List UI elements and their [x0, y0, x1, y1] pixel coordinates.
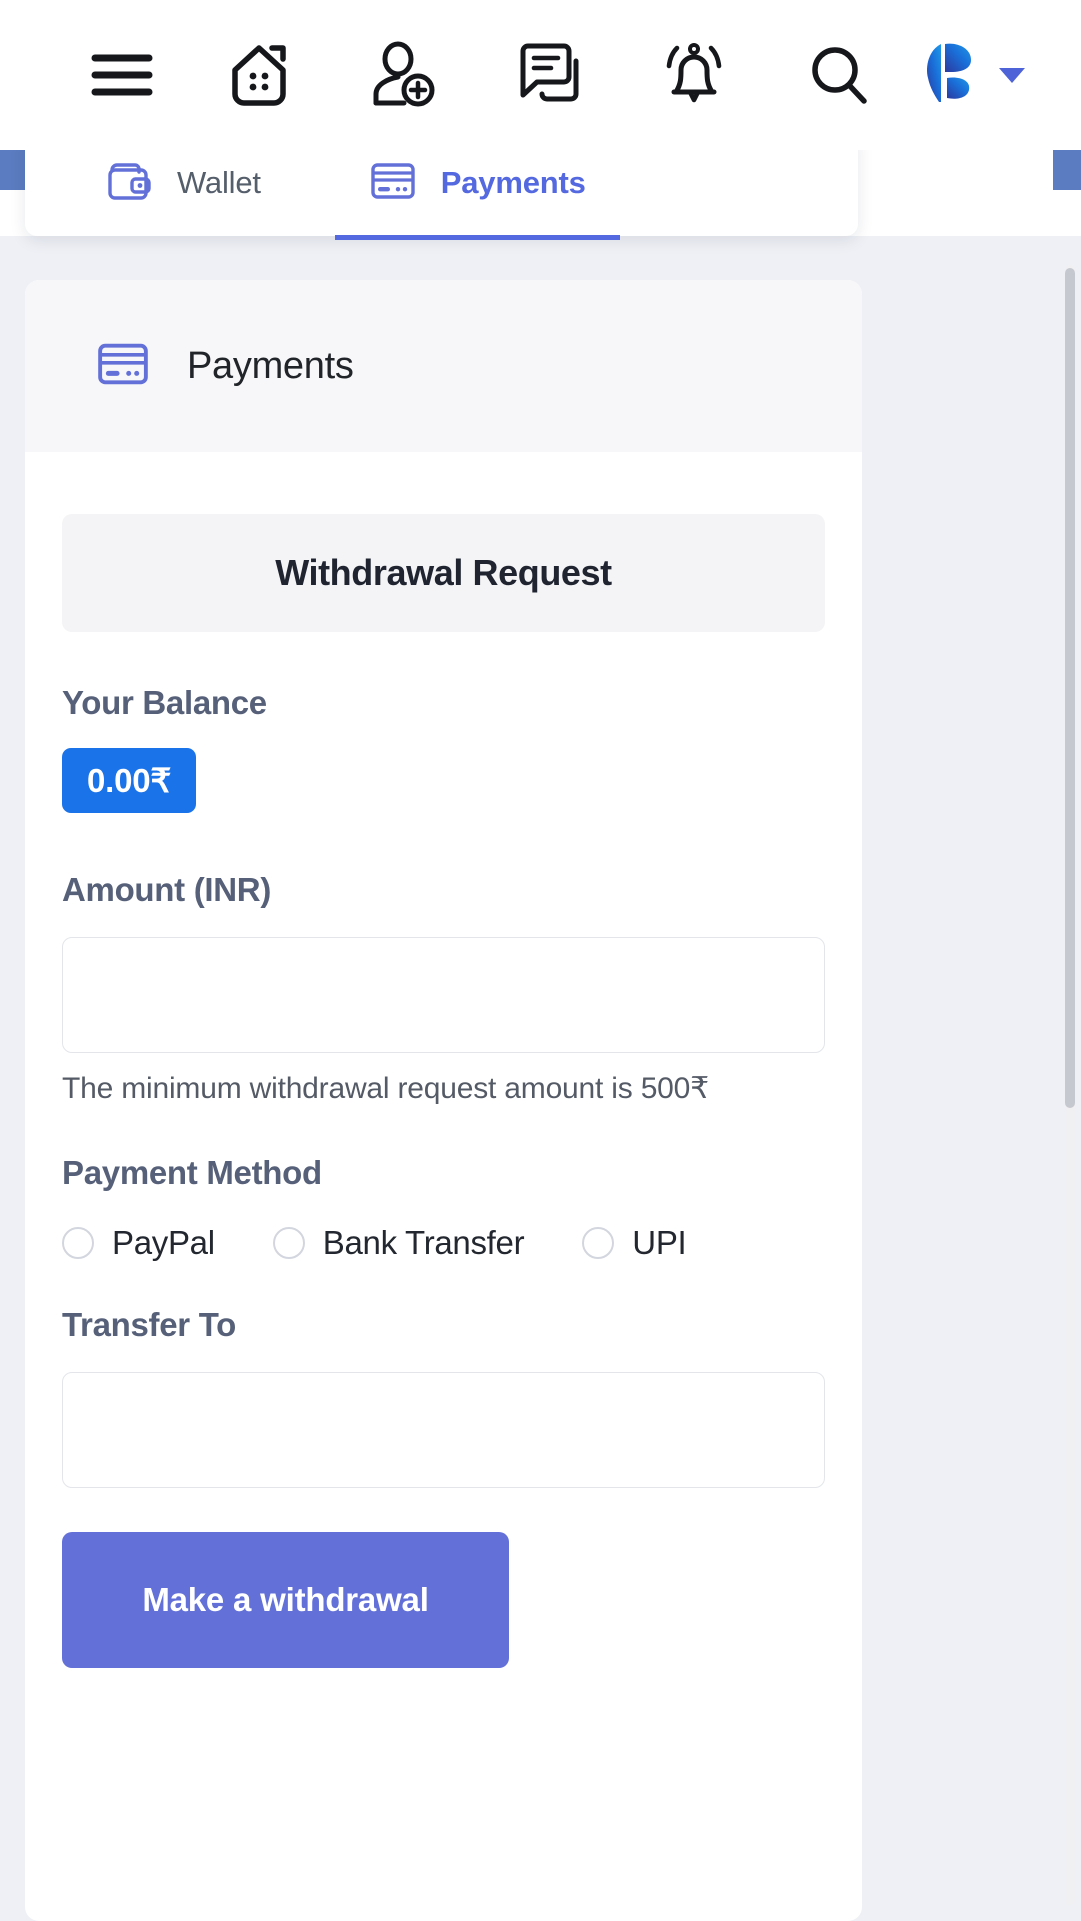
- radio-label-paypal: PayPal: [112, 1224, 215, 1261]
- balance-section: Your Balance 0.00₹: [62, 684, 825, 813]
- bleed-strip-left: [0, 148, 28, 190]
- chevron-down-icon[interactable]: [999, 67, 1025, 83]
- payment-method-options: PayPal Bank Transfer UPI: [62, 1224, 825, 1262]
- radio-icon[interactable]: [62, 1227, 94, 1259]
- notifications-button[interactable]: [621, 27, 766, 123]
- balance-label: Your Balance: [62, 684, 267, 721]
- radio-icon[interactable]: [272, 1227, 305, 1259]
- chat-bubbles-icon: [515, 41, 583, 109]
- credit-card-icon: [369, 160, 417, 207]
- menu-button[interactable]: [58, 27, 186, 123]
- transfer-to-label: Transfer To: [62, 1306, 236, 1343]
- bell-icon: [663, 40, 725, 110]
- card-header-title: Payments: [187, 344, 354, 387]
- wallet-icon: [105, 158, 153, 209]
- payment-method-section: Payment Method PayPal Bank Transfer UPI: [62, 1154, 825, 1262]
- amount-helper-text: The minimum withdrawal request amount is…: [62, 1072, 710, 1105]
- top-navbar: [0, 0, 1081, 150]
- balance-value-badge: 0.00₹: [62, 748, 197, 813]
- withdrawal-title: Withdrawal Request: [275, 552, 612, 593]
- amount-section: Amount (INR) The minimum withdrawal requ…: [62, 871, 825, 1106]
- search-button[interactable]: [766, 27, 911, 123]
- radio-label-bank-transfer: Bank Transfer: [322, 1224, 525, 1261]
- credit-card-icon: [95, 340, 151, 393]
- tab-label-payments: Payments: [440, 165, 586, 200]
- app-screen: Wallet Payments Payments Withdrawal Requ…: [0, 0, 1081, 1921]
- radio-label-upi: UPI: [632, 1224, 687, 1261]
- payments-card: Payments Withdrawal Request Your Balance…: [25, 280, 862, 1921]
- brand-logo-icon: [921, 38, 977, 113]
- transfer-to-section: Transfer To: [62, 1306, 825, 1488]
- make-withdrawal-button[interactable]: Make a withdrawal: [62, 1532, 509, 1668]
- radio-option-upi[interactable]: UPI: [582, 1224, 687, 1262]
- withdrawal-form: Withdrawal Request Your Balance 0.00₹ Am…: [25, 452, 862, 1668]
- payment-method-label: Payment Method: [62, 1154, 322, 1191]
- home-icon: [226, 40, 292, 110]
- hamburger-menu-icon: [91, 51, 153, 99]
- messages-button[interactable]: [476, 27, 621, 123]
- profile-menu[interactable]: [921, 38, 1025, 113]
- radio-option-paypal[interactable]: PayPal: [62, 1224, 215, 1262]
- amount-input[interactable]: [62, 937, 825, 1053]
- tab-active-underline: [334, 235, 620, 240]
- home-button[interactable]: [186, 27, 331, 123]
- search-icon: [807, 43, 871, 107]
- add-friend-button[interactable]: [331, 27, 476, 123]
- transfer-to-input[interactable]: [62, 1372, 825, 1488]
- card-header: Payments: [25, 280, 862, 452]
- amount-label: Amount (INR): [62, 871, 272, 908]
- tab-label-wallet: Wallet: [177, 165, 261, 200]
- scrollbar-thumb[interactable]: [1065, 268, 1075, 1108]
- radio-option-bank-transfer[interactable]: Bank Transfer: [272, 1224, 525, 1262]
- withdrawal-title-box: Withdrawal Request: [62, 514, 825, 632]
- radio-icon[interactable]: [582, 1227, 615, 1259]
- bleed-strip-right: [1053, 148, 1081, 190]
- add-user-icon: [371, 40, 437, 110]
